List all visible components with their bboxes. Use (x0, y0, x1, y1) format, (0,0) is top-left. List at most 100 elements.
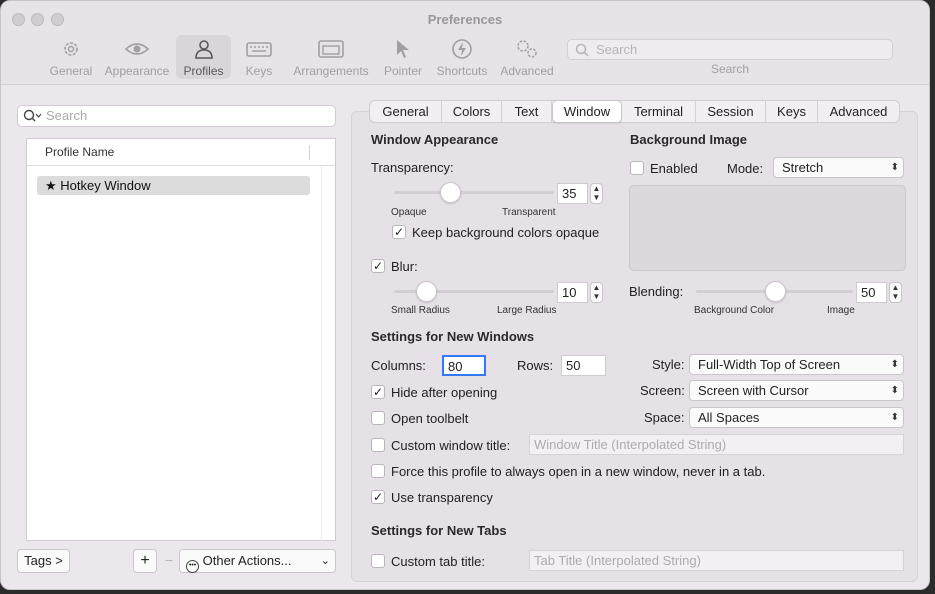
transparency-slider-knob[interactable] (440, 182, 461, 203)
blur-stepper[interactable]: ▲ ▼ (590, 282, 603, 303)
rows-field[interactable]: 50 (561, 355, 606, 376)
blending-min-label: Background Color (694, 305, 775, 316)
column-divider (309, 145, 310, 160)
profile-row-hotkey-window[interactable]: ★ Hotkey Window (37, 176, 310, 195)
profile-tab-bar[interactable]: General Colors Text Window Terminal Sess… (369, 100, 900, 123)
space-label: Space: (644, 410, 685, 425)
blur-value-field[interactable]: 10 (557, 282, 588, 303)
custom-window-title-checkbox[interactable] (371, 438, 385, 452)
space-popup[interactable]: All Spaces ⬍ (689, 407, 904, 428)
custom-tab-title-label: Custom tab title: (391, 554, 485, 569)
bolt-icon (452, 39, 472, 59)
add-profile-button[interactable]: + (133, 549, 157, 573)
transparency-max-label: Transparent (502, 207, 556, 218)
toolbar-profiles[interactable]: Profiles (176, 35, 231, 79)
transparency-stepper[interactable]: ▲ ▼ (590, 183, 603, 204)
columns-label: Columns: (371, 358, 426, 373)
toolbar-arrangements[interactable]: Arrangements (291, 35, 371, 79)
toolbar-general[interactable]: General (36, 35, 106, 79)
bg-image-preview-well[interactable] (629, 185, 906, 271)
background-image-heading: Background Image (630, 132, 748, 147)
remove-profile-button[interactable]: − (159, 549, 179, 573)
blending-slider-knob[interactable] (764, 281, 786, 302)
tab-window[interactable]: Window (552, 100, 622, 123)
star-icon: ★ (45, 178, 61, 193)
blending-value-field[interactable]: 50 (856, 282, 887, 303)
columns-field[interactable]: 80 (442, 355, 486, 376)
style-popup[interactable]: Full-Width Top of Screen ⬍ (689, 354, 904, 375)
chevron-down-icon: ⌄ (320, 555, 330, 567)
gear-icon (64, 42, 78, 56)
windows-icon (318, 40, 344, 58)
profile-list[interactable]: Profile Name ★ Hotkey Window (26, 138, 336, 541)
tab-session[interactable]: Session (696, 101, 766, 122)
updown-chevron-icon: ⬍ (890, 412, 899, 423)
other-actions-label: Other Actions... (202, 553, 292, 568)
toolbar-shortcuts-label: Shortcuts (436, 64, 488, 78)
screen-popup[interactable]: Screen with Cursor ⬍ (689, 380, 904, 401)
toolbar-pointer-label: Pointer (383, 64, 423, 78)
profile-row-label: Hotkey Window (60, 178, 151, 193)
tab-terminal[interactable]: Terminal (622, 101, 696, 122)
profile-settings-panel (351, 111, 918, 582)
transparency-slider-track[interactable] (394, 191, 554, 194)
eye-icon (124, 43, 150, 55)
bg-image-mode-popup[interactable]: Stretch ⬍ (773, 157, 904, 178)
search-dropdown-icon[interactable] (23, 109, 43, 123)
profile-search-input[interactable]: Search (17, 105, 336, 127)
blending-label: Blending: (629, 284, 684, 299)
toolbar-profiles-label: Profiles (183, 64, 224, 78)
style-label: Style: (652, 357, 685, 372)
pointer-icon (397, 40, 409, 58)
transparency-min-label: Opaque (391, 207, 427, 218)
updown-chevron-icon: ⬍ (890, 162, 899, 173)
toolbar-shortcuts[interactable]: Shortcuts (427, 35, 497, 79)
custom-tab-title-checkbox[interactable] (371, 554, 385, 568)
force-new-window-checkbox[interactable] (371, 464, 385, 478)
open-toolbelt-checkbox[interactable] (371, 411, 385, 425)
updown-chevron-icon: ⬍ (890, 385, 899, 396)
screen-label: Screen: (640, 383, 685, 398)
use-transparency-label: Use transparency (391, 490, 493, 505)
blur-checkbox[interactable]: ✓ (371, 259, 385, 273)
toolbar-keys-label: Keys (245, 64, 273, 78)
toolbar-arrangements-label: Arrangements (293, 64, 369, 78)
space-value: All Spaces (698, 410, 760, 425)
toolbar-appearance[interactable]: Appearance (102, 35, 172, 79)
blur-min-label: Small Radius (391, 305, 450, 316)
keep-bg-opaque-checkbox[interactable]: ✓ (392, 225, 406, 239)
blur-slider-knob[interactable] (416, 281, 437, 302)
profile-name-column-header[interactable]: Profile Name (27, 139, 335, 166)
rows-label: Rows: (517, 358, 554, 373)
hide-after-opening-checkbox[interactable]: ✓ (371, 385, 385, 399)
tab-general[interactable]: General (370, 101, 442, 122)
bg-image-enabled-checkbox[interactable] (630, 161, 644, 175)
more-circle-icon: ••• (186, 560, 199, 573)
transparency-label: Transparency: (371, 160, 454, 175)
updown-chevron-icon: ⬍ (890, 359, 899, 370)
keyboard-icon (246, 42, 272, 57)
toolbar-keys[interactable]: Keys (224, 35, 294, 79)
tab-text[interactable]: Text (502, 101, 552, 122)
other-actions-button[interactable]: ••• Other Actions... ⌄ (179, 549, 336, 573)
force-new-window-label: Force this profile to always open in a n… (391, 464, 766, 479)
blur-label: Blur: (391, 259, 418, 274)
transparency-value-field[interactable]: 35 (557, 183, 588, 204)
tab-colors[interactable]: Colors (442, 101, 502, 122)
toolbar-search-caption: Search (710, 62, 750, 76)
toolbar-general-label: General (49, 64, 93, 78)
tags-button[interactable]: Tags > (17, 549, 70, 573)
open-toolbelt-label: Open toolbelt (391, 411, 469, 426)
blending-max-label: Image (827, 305, 855, 316)
window-title: Preferences (427, 12, 503, 27)
tab-advanced[interactable]: Advanced (818, 101, 899, 122)
custom-window-title-field[interactable]: Window Title (Interpolated String) (529, 434, 904, 455)
use-transparency-checkbox[interactable]: ✓ (371, 490, 385, 504)
toolbar-search-input[interactable]: Search (567, 39, 893, 60)
tab-keys[interactable]: Keys (766, 101, 818, 122)
hide-after-opening-label: Hide after opening (391, 385, 498, 400)
blending-stepper[interactable]: ▲ ▼ (889, 282, 902, 303)
gears-icon (517, 40, 537, 58)
toolbar-advanced[interactable]: Advanced (492, 35, 562, 79)
custom-tab-title-field[interactable]: Tab Title (Interpolated String) (529, 550, 904, 571)
